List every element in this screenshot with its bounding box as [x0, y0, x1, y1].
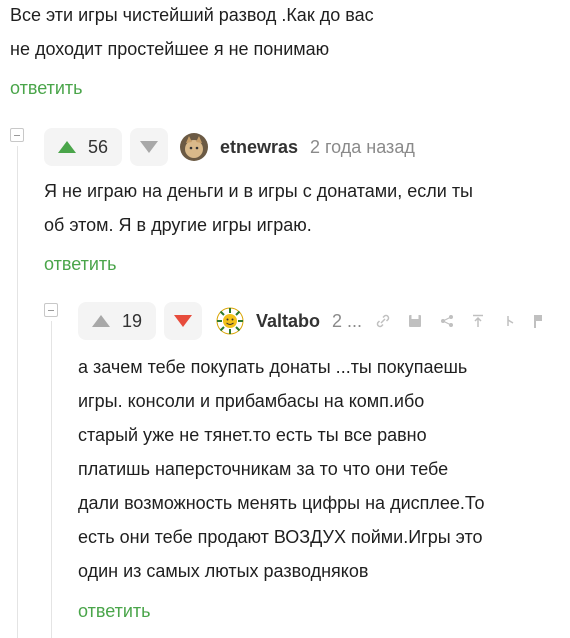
- collapse-thread-button[interactable]: [10, 128, 24, 142]
- upvote-icon: [92, 315, 110, 327]
- vote-box: 56: [44, 128, 122, 166]
- hide-icon[interactable]: [502, 313, 518, 329]
- link-icon[interactable]: [375, 313, 391, 329]
- comment-line: один из самых лютых разводняков: [78, 561, 369, 581]
- vote-count: 56: [88, 136, 109, 157]
- downvote-button[interactable]: [164, 302, 202, 340]
- upvote-button[interactable]: [54, 128, 80, 166]
- comment-line: старый уже не тянет.то есть ты все равно: [78, 425, 427, 445]
- avatar[interactable]: [216, 307, 244, 335]
- comment-line: об этом. Я в другие игры играю.: [44, 215, 312, 235]
- comment-line: есть они тебе продают ВОЗДУХ пойми.Игры …: [78, 527, 483, 547]
- avatar[interactable]: [180, 133, 208, 161]
- reply-button[interactable]: ответить: [44, 254, 117, 275]
- comment-line: Все эти игры чистейший развод .Как до ва…: [10, 5, 374, 25]
- vote-count: 19: [122, 310, 143, 331]
- comment-line: Я не играю на деньги и в игры с донатами…: [44, 181, 473, 201]
- thread-line[interactable]: [17, 146, 18, 638]
- reply-button[interactable]: ответить: [10, 78, 83, 99]
- downvote-icon: [174, 315, 192, 327]
- downvote-button[interactable]: [130, 128, 168, 166]
- sun-avatar-icon: [216, 307, 244, 335]
- cat-avatar-icon: [180, 133, 208, 161]
- comment-text: Все эти игры чистейший развод .Как до ва…: [10, 0, 550, 66]
- downvote-icon: [140, 141, 158, 153]
- username[interactable]: etnewras: [220, 137, 298, 158]
- timestamp[interactable]: 2 года назад: [310, 137, 415, 158]
- save-icon[interactable]: [407, 313, 423, 329]
- comment-text: Я не играю на деньги и в игры с донатами…: [44, 174, 554, 242]
- upvote-icon: [58, 141, 76, 153]
- upvote-button[interactable]: [88, 302, 114, 340]
- reply-button[interactable]: ответить: [78, 601, 151, 622]
- comment-text: а зачем тебе покупать донаты ...ты покуп…: [78, 350, 563, 588]
- comment-line: а зачем тебе покупать донаты ...ты покуп…: [78, 357, 468, 377]
- flag-icon[interactable]: [530, 313, 546, 329]
- vote-box: 19: [78, 302, 156, 340]
- share-icon[interactable]: [439, 313, 455, 329]
- comment-line: игры. консоли и прибамбасы на комп.ибо: [78, 391, 425, 411]
- timestamp[interactable]: 2 ...: [332, 311, 362, 332]
- comment-line: платишь наперсточникам за то что они теб…: [78, 459, 449, 479]
- thread-line[interactable]: [51, 321, 52, 638]
- collapse-thread-button[interactable]: [44, 303, 58, 317]
- comment-line: дали возможность менять цифры на дисплее…: [78, 493, 485, 513]
- pin-icon[interactable]: [470, 313, 486, 329]
- username[interactable]: Valtabo: [256, 311, 320, 332]
- comment-line: не доходит простейшее я не понимаю: [10, 39, 330, 59]
